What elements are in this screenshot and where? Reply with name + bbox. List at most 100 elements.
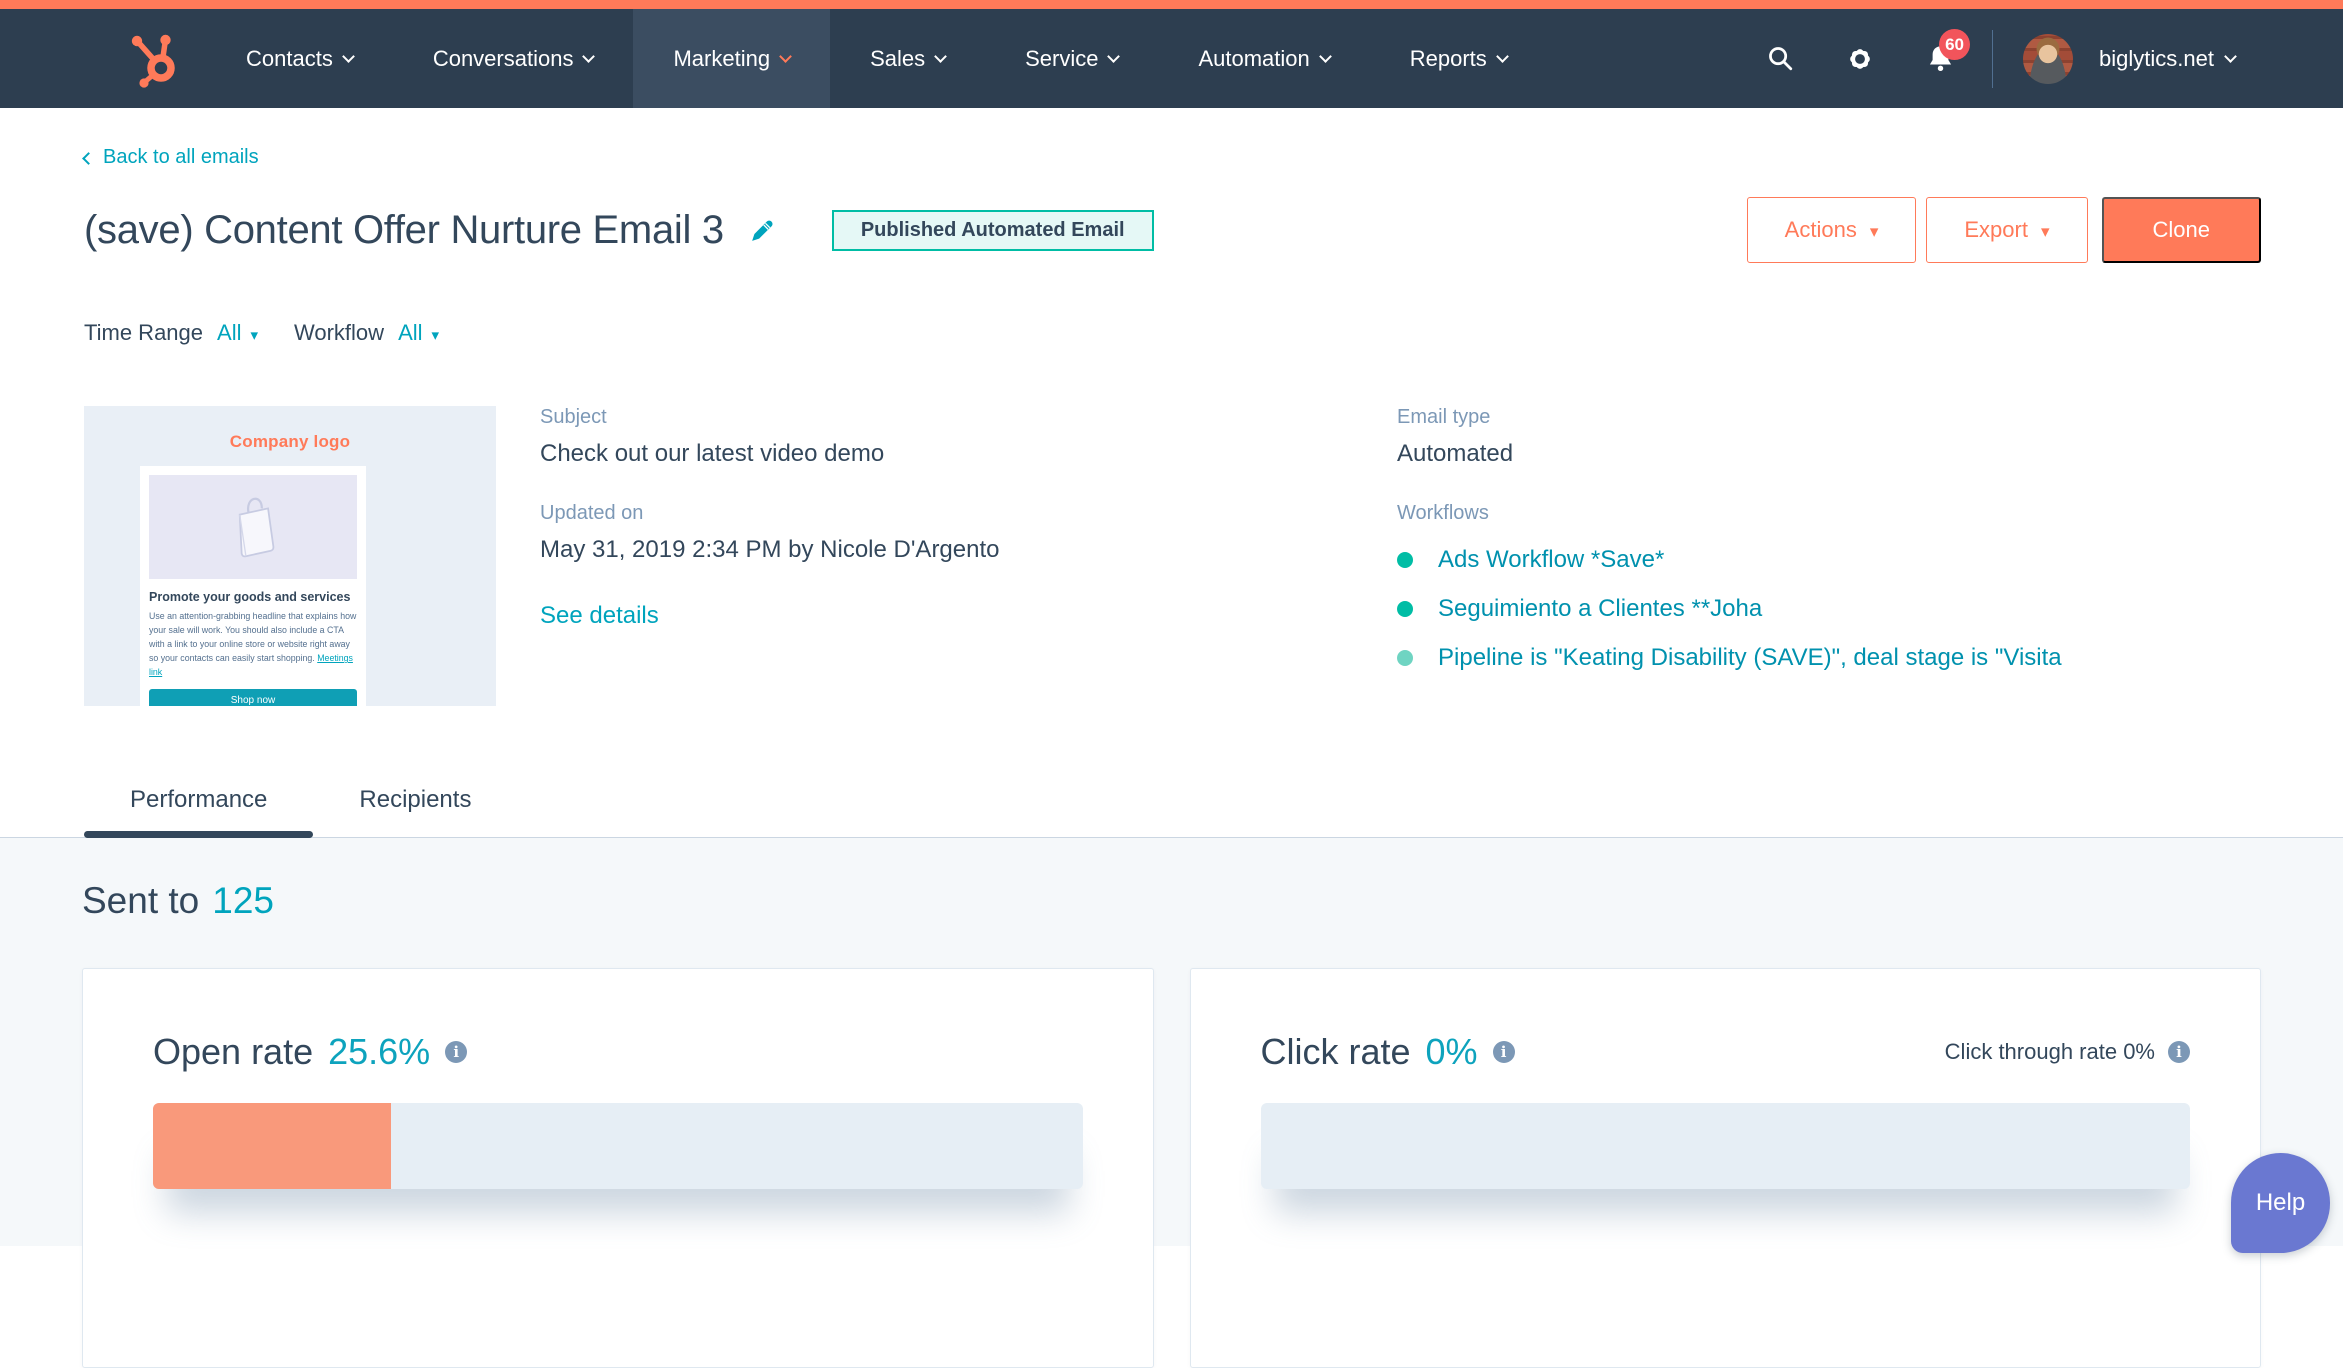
time-range-selected: All — [217, 320, 241, 346]
preview-hero-image — [149, 475, 357, 579]
nav-item-sales[interactable]: Sales — [830, 9, 985, 108]
nav-item-marketing[interactable]: Marketing — [633, 9, 830, 108]
status-badge: Published Automated Email — [832, 210, 1154, 251]
updated-on-value: May 31, 2019 2:34 PM by Nicole D'Argento — [540, 536, 1352, 564]
nav-item-reports[interactable]: Reports — [1370, 9, 1547, 108]
help-button[interactable]: Help — [2231, 1153, 2330, 1253]
workflow-link[interactable]: Seguimiento a Clientes **Joha — [1438, 595, 1762, 623]
nav-item-label: Marketing — [673, 46, 770, 72]
actions-button-label: Actions — [1785, 217, 1857, 243]
nav-divider — [1992, 30, 1993, 88]
hubspot-logo[interactable] — [128, 9, 182, 108]
sent-to-count: 125 — [212, 880, 274, 922]
workflow-item: Seguimiento a Clientes **Joha — [1397, 595, 2097, 623]
subject-label: Subject — [540, 406, 1352, 429]
tab-recipients[interactable]: Recipients — [313, 786, 517, 837]
notifications-bell-icon[interactable]: 60 — [1925, 43, 1956, 74]
edit-pencil-icon[interactable] — [749, 217, 776, 244]
chevron-left-icon — [82, 152, 95, 165]
shopping-bag-icon — [222, 489, 284, 565]
click-rate-value: 0% — [1426, 1031, 1478, 1073]
nav-item-service[interactable]: Service — [985, 9, 1158, 108]
nav-item-label: Service — [1025, 46, 1098, 72]
tab-performance[interactable]: Performance — [84, 786, 313, 837]
open-rate-label: Open rate — [153, 1031, 313, 1073]
workflow-selected: All — [398, 320, 422, 346]
clone-button[interactable]: Clone — [2102, 197, 2261, 263]
nav-item-automation[interactable]: Automation — [1158, 9, 1369, 108]
workflow-item: Pipeline is "Keating Disability (SAVE)",… — [1397, 644, 2097, 672]
export-button[interactable]: Export — [1926, 197, 2087, 263]
chevron-down-icon — [1319, 50, 1332, 63]
workflow-link[interactable]: Ads Workflow *Save* — [1438, 546, 1664, 574]
workflow-filter-value[interactable]: All — [398, 320, 439, 346]
preview-heading: Promote your goods and services — [149, 590, 357, 604]
nav-item-contacts[interactable]: Contacts — [206, 9, 393, 108]
chevron-down-icon — [342, 50, 355, 63]
info-icon[interactable] — [445, 1041, 467, 1063]
time-range-filter-label: Time Range — [84, 320, 203, 346]
account-menu[interactable]: biglytics.net — [2099, 46, 2235, 72]
top-nav: Contacts Conversations Marketing Sales S… — [0, 0, 2343, 108]
nav-item-label: Conversations — [433, 46, 574, 72]
workflows-label: Workflows — [1397, 502, 2097, 525]
search-icon[interactable] — [1766, 44, 1795, 73]
chevron-down-icon — [934, 50, 947, 63]
email-preview-thumbnail[interactable]: Company logo Promote your goods and serv… — [84, 406, 496, 706]
nav-item-conversations[interactable]: Conversations — [393, 9, 634, 108]
chevron-down-icon — [2224, 50, 2237, 63]
open-rate-value: 25.6% — [328, 1031, 430, 1073]
account-name: biglytics.net — [2099, 46, 2214, 72]
caret-down-icon — [1870, 217, 1879, 243]
updated-on-label: Updated on — [540, 502, 1352, 525]
click-rate-progress-bar — [1261, 1103, 2191, 1189]
open-rate-progress-bar — [153, 1103, 1083, 1189]
workflow-status-dot — [1397, 650, 1413, 666]
performance-section: Sent to 125 Open rate 25.6% Click rate 0… — [0, 838, 2343, 1246]
nav-item-label: Contacts — [246, 46, 333, 72]
workflow-item: Ads Workflow *Save* — [1397, 546, 2097, 574]
workflow-link[interactable]: Pipeline is "Keating Disability (SAVE)",… — [1438, 644, 2062, 672]
export-button-label: Export — [1964, 217, 2028, 243]
tab-bar: Performance Recipients — [0, 706, 2343, 838]
actions-button[interactable]: Actions — [1747, 197, 1917, 263]
email-type-value: Automated — [1397, 440, 2097, 468]
chevron-down-icon — [779, 50, 792, 63]
click-through-rate-label: Click through rate 0% — [1945, 1039, 2155, 1065]
back-link-label: Back to all emails — [103, 146, 259, 169]
nav-item-label: Automation — [1198, 46, 1309, 72]
caret-down-icon — [432, 320, 440, 346]
caret-down-icon — [2041, 217, 2050, 243]
back-link[interactable]: Back to all emails — [84, 146, 259, 169]
info-icon[interactable] — [2168, 1041, 2190, 1063]
chevron-down-icon — [583, 50, 596, 63]
preview-body-text: Use an attention-grabbing headline that … — [149, 609, 357, 679]
nav-right-cluster: 60 biglytics.net — [1766, 9, 2343, 108]
notification-count-badge: 60 — [1939, 29, 1970, 60]
email-type-label: Email type — [1397, 406, 2097, 429]
workflow-status-dot — [1397, 552, 1413, 568]
time-range-filter-value[interactable]: All — [217, 320, 258, 346]
settings-gear-icon[interactable] — [1845, 44, 1875, 74]
info-icon[interactable] — [1493, 1041, 1515, 1063]
preview-shop-now-button: Shop now — [149, 689, 357, 706]
nav-item-label: Reports — [1410, 46, 1487, 72]
caret-down-icon — [250, 320, 258, 346]
avatar[interactable] — [2023, 34, 2073, 84]
email-type-column: Email type Automated Workflows Ads Workf… — [1397, 406, 2097, 706]
workflows-list: Ads Workflow *Save* Seguimiento a Client… — [1397, 546, 2097, 672]
click-rate-label: Click rate — [1261, 1031, 1411, 1073]
workflow-status-dot — [1397, 601, 1413, 617]
subject-value: Check out our latest video demo — [540, 440, 1352, 468]
click-rate-card: Click rate 0% Click through rate 0% — [1190, 968, 2262, 1368]
hubspot-sprocket-icon — [128, 30, 182, 88]
sent-to-label: Sent to — [82, 880, 199, 922]
chevron-down-icon — [1108, 50, 1121, 63]
chevron-down-icon — [1496, 50, 1509, 63]
open-rate-bar-fill — [153, 1103, 391, 1189]
page-title: (save) Content Offer Nurture Email 3 — [84, 207, 724, 253]
see-details-link[interactable]: See details — [540, 602, 659, 630]
open-rate-card: Open rate 25.6% — [82, 968, 1154, 1368]
workflow-filter-label: Workflow — [294, 320, 384, 346]
preview-company-logo-text: Company logo — [84, 432, 496, 452]
